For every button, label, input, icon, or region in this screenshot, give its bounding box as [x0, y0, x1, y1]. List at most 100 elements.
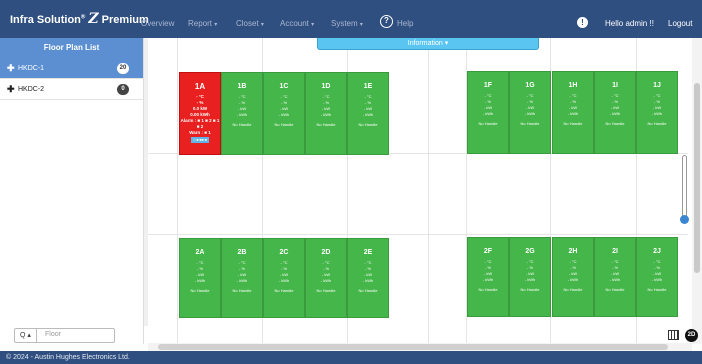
brand-logo[interactable]: Infra Solution® Z Premium	[10, 11, 149, 27]
rack-name: 2H	[568, 248, 578, 255]
rack-1f[interactable]: 1F - °C - % - kW - kWh No Handle	[467, 71, 509, 154]
rack-name: 2I	[612, 248, 618, 255]
horizontal-scrollbar[interactable]	[148, 343, 692, 351]
rack-1b[interactable]: 1B - °C - % - kW - kWh No Handle	[221, 72, 263, 155]
rack-name: 2D	[321, 249, 331, 256]
rack-1h[interactable]: 1H - °C - % - kW - kWh No Handle	[552, 71, 594, 154]
nav-account[interactable]: Account ▾	[280, 19, 314, 28]
rack-status: No Handle	[232, 288, 252, 293]
nav-report[interactable]: Report ▾	[188, 19, 217, 28]
nav-system-label: System	[331, 19, 358, 28]
brand-registered: ®	[80, 14, 86, 21]
rack-status: No Handle	[647, 287, 667, 292]
rack-1c[interactable]: 1C - °C - % - kW - kWh No Handle	[263, 72, 305, 155]
rack-reading: - kWh	[236, 112, 248, 117]
rack-1a[interactable]: 1A - °C - % 0.0 kW 0.00 kWh Alarm : ■ 1 ■ 2 ■…	[179, 72, 221, 155]
caret-down-icon: ▾	[214, 22, 218, 28]
nav-report-label: Report	[188, 19, 213, 28]
grid-line	[177, 38, 178, 344]
rack-2e[interactable]: 2E - °C - % - kW - kWh No Handle	[347, 238, 389, 318]
rack-name: 1D	[321, 83, 331, 90]
floor-item-hkdc-1[interactable]: ✚ HKDC-1 20	[0, 58, 143, 79]
rack-2j[interactable]: 2J - °C - % - kW - kWh No Handle	[636, 237, 678, 317]
rack-2a[interactable]: 2A - °C - % - kW - kWh No Handle	[179, 238, 221, 318]
rack-1d[interactable]: 1D - °C - % - kW - kWh No Handle	[305, 72, 347, 155]
rack-name: 1F	[483, 82, 493, 89]
nav-overview[interactable]: Overview	[141, 19, 174, 28]
vertical-scrollbar[interactable]	[692, 38, 702, 344]
rack-reading: - kWh	[278, 278, 290, 283]
search-placeholder: Floor	[45, 331, 61, 338]
information-dropdown[interactable]: Information ▾	[317, 38, 539, 50]
rack-2d[interactable]: 2D - °C - % - kW - kWh No Handle	[305, 238, 347, 318]
rack-status: No Handle	[316, 122, 336, 127]
rack-reading: - kWh	[362, 112, 374, 117]
rack-status: No Handle	[358, 122, 378, 127]
rack-reading: - kWh	[236, 278, 248, 283]
rack-1j[interactable]: 1J - °C - % - kW - kWh No Handle	[636, 71, 678, 154]
scroll-thumb[interactable]	[694, 83, 700, 273]
help-icon[interactable]: ?	[380, 15, 393, 28]
rack-1e[interactable]: 1E - °C - % - kW - kWh No Handle	[347, 72, 389, 155]
rack-2c[interactable]: 2C - °C - % - kW - kWh No Handle	[263, 238, 305, 318]
rack-status: No Handle	[190, 288, 210, 293]
rack-2f[interactable]: 2F - °C - % - kW - kWh No Handle	[467, 237, 509, 317]
rack-reading: - kWh	[362, 278, 374, 283]
rack-status: No Handle	[358, 288, 378, 293]
rack-name: 2F	[483, 248, 493, 255]
rack-reading: - kWh	[482, 111, 494, 116]
rack-name: 1J	[653, 82, 661, 89]
rack-status: No Handle	[478, 287, 498, 292]
rack-1g[interactable]: 1G - °C - % - kW - kWh No Handle	[509, 71, 551, 154]
rack-2i[interactable]: 2I - °C - % - kW - kWh No Handle	[594, 237, 636, 317]
rack-reading: - kWh	[651, 277, 663, 282]
rack-status: No Handle	[232, 122, 252, 127]
floor-item-hkdc-2[interactable]: ✚ HKDC-2 0	[0, 79, 143, 100]
brand-z-logo: Z	[88, 11, 99, 27]
scroll-thumb[interactable]	[158, 344, 668, 350]
nav-closet[interactable]: Closet ▾	[236, 19, 264, 28]
rack-reading: - kWh	[651, 111, 663, 116]
floor-count-badge: 20	[117, 63, 129, 74]
rack-name: 1G	[525, 82, 535, 89]
rack-name: 1H	[568, 82, 578, 89]
rack-2b[interactable]: 2B - °C - % - kW - kWh No Handle	[221, 238, 263, 318]
floor-search-input[interactable]: Q ▴ Floor	[14, 328, 115, 343]
floor-item-label: HKDC-1	[18, 65, 45, 72]
search-icon[interactable]: Q ▴	[15, 329, 37, 342]
zoom-slider-track[interactable]	[682, 155, 687, 221]
rack-1i[interactable]: 1I - °C - % - kW - kWh No Handle	[594, 71, 636, 154]
rack-alarm-text: Alarm : ■ 1 ■ 2 ■ 1 ■ 2	[180, 118, 220, 129]
logout-link[interactable]: Logout	[668, 19, 692, 28]
nav-system[interactable]: System ▾	[331, 19, 363, 28]
rack-2h[interactable]: 2H - °C - % - kW - kWh No Handle	[552, 237, 594, 317]
rack-reading: - kWh	[278, 112, 290, 117]
rack-status: No Handle	[274, 122, 294, 127]
rack-tag: □ ■ ■■ ■	[191, 137, 209, 143]
rack-status: No Handle	[605, 287, 625, 292]
expand-icon[interactable]: ✚	[7, 58, 15, 79]
rack-reading: - kWh	[524, 111, 536, 116]
rack-name: 2J	[653, 248, 661, 255]
view-2d-toggle[interactable]: 2D	[685, 329, 698, 342]
grid-line	[428, 38, 429, 344]
rack-status: No Handle	[520, 121, 540, 126]
floor-plan-canvas[interactable]: Information ▾ 1A - °C - % 0.0 kW 0.00 kWh Ala…	[148, 38, 702, 344]
rack-name: 1B	[237, 83, 247, 90]
rack-status: No Handle	[563, 121, 583, 126]
rack-reading: - kWh	[524, 277, 536, 282]
grid-view-icon[interactable]	[668, 330, 679, 340]
grid-line	[148, 234, 688, 235]
expand-icon[interactable]: ✚	[7, 79, 15, 100]
rack-name: 1C	[279, 83, 289, 90]
rack-status: No Handle	[316, 288, 336, 293]
rack-reading: - kWh	[567, 111, 579, 116]
alert-icon[interactable]: !	[577, 17, 588, 28]
rack-name: 2G	[525, 248, 535, 255]
floor-plan-sidebar: Floor Plan List ✚ HKDC-1 20 ✚ HKDC-2 0	[0, 38, 144, 344]
nav-help[interactable]: Help	[397, 19, 413, 28]
user-greeting[interactable]: Hello admin !!	[605, 19, 654, 28]
rack-2g[interactable]: 2G - °C - % - kW - kWh No Handle	[509, 237, 551, 317]
zoom-slider-knob[interactable]	[680, 215, 689, 224]
nav-account-label: Account	[280, 19, 309, 28]
